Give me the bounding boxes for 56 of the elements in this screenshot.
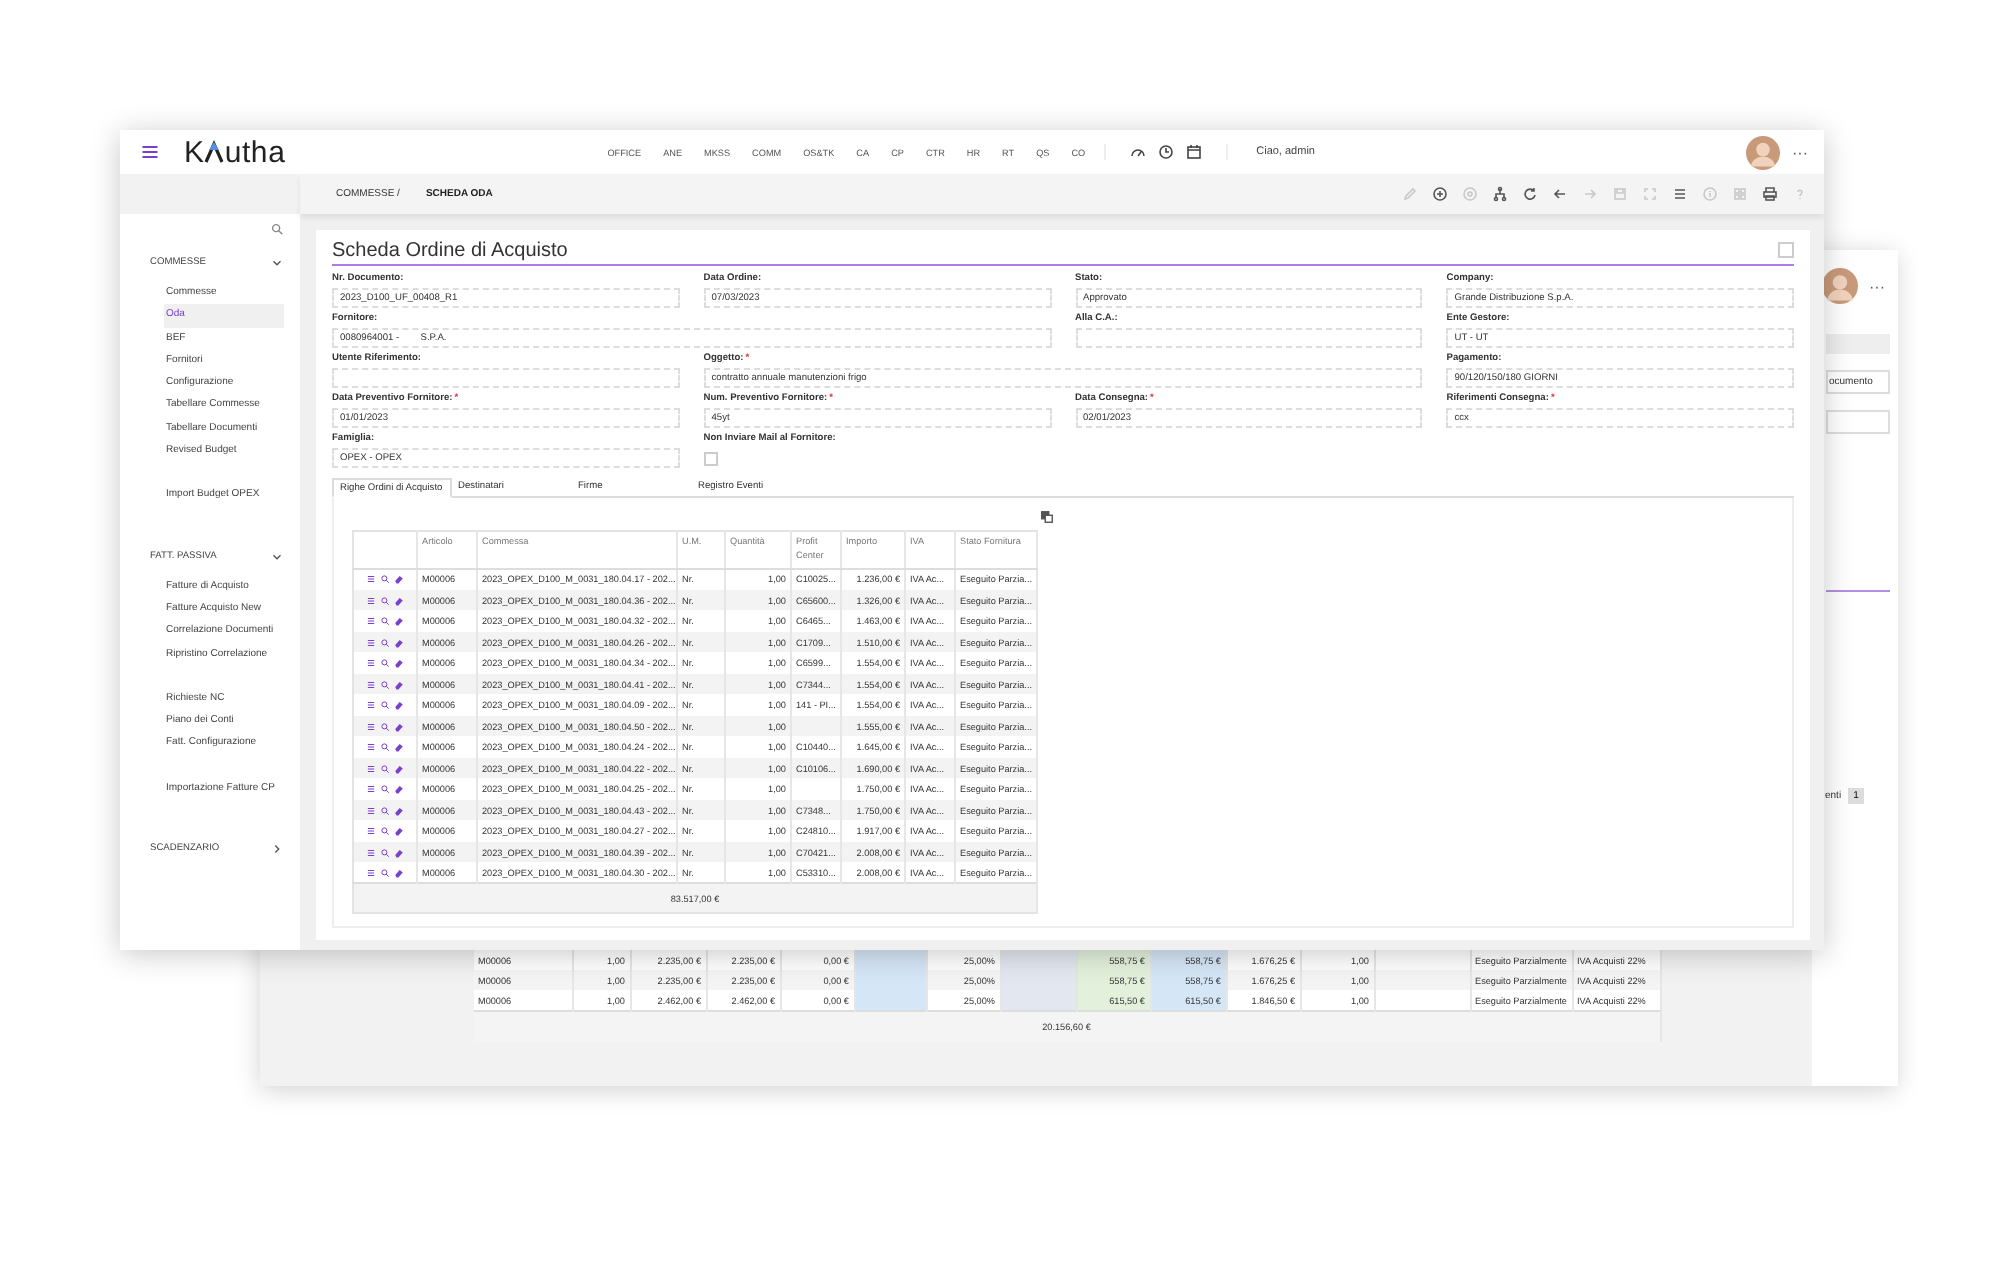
hamburger-icon[interactable] bbox=[140, 142, 160, 162]
logo-arrow-icon bbox=[204, 140, 225, 164]
list-icon[interactable] bbox=[366, 637, 376, 648]
list-icon[interactable] bbox=[1672, 186, 1688, 202]
list-icon[interactable] bbox=[366, 679, 376, 690]
search-icon[interactable] bbox=[380, 637, 390, 648]
search-icon[interactable] bbox=[380, 867, 390, 878]
search-icon[interactable] bbox=[380, 616, 390, 627]
more-menu[interactable]: ··· bbox=[1869, 277, 1885, 295]
list-icon[interactable] bbox=[366, 574, 376, 585]
sitemap-icon[interactable] bbox=[1492, 186, 1508, 202]
list-icon[interactable] bbox=[366, 784, 376, 795]
search-icon[interactable] bbox=[270, 222, 284, 236]
more-menu[interactable]: ··· bbox=[1791, 143, 1808, 161]
list-icon[interactable] bbox=[366, 658, 376, 669]
avatar[interactable] bbox=[1821, 268, 1857, 304]
list-icon[interactable] bbox=[366, 763, 376, 774]
search-icon[interactable] bbox=[380, 805, 390, 816]
search-icon[interactable] bbox=[380, 826, 390, 837]
input-field[interactable] bbox=[332, 368, 680, 388]
search-icon[interactable] bbox=[380, 721, 390, 732]
list-icon[interactable] bbox=[366, 616, 376, 627]
chevron-down-icon[interactable] bbox=[270, 549, 284, 564]
list-icon[interactable] bbox=[366, 847, 376, 858]
search-icon[interactable] bbox=[380, 763, 390, 774]
list-icon[interactable] bbox=[366, 721, 376, 732]
search-icon[interactable] bbox=[380, 847, 390, 858]
list-icon[interactable] bbox=[366, 867, 376, 878]
chevron-right-icon[interactable] bbox=[270, 842, 284, 857]
logo-text: utha bbox=[224, 135, 286, 169]
search-icon[interactable] bbox=[380, 700, 390, 711]
chevron-down-icon[interactable] bbox=[270, 256, 284, 270]
search-icon[interactable] bbox=[380, 595, 390, 606]
search-icon[interactable] bbox=[380, 784, 390, 795]
checkbox[interactable] bbox=[703, 452, 718, 466]
list-icon[interactable] bbox=[366, 805, 376, 816]
plus-circle-icon[interactable] bbox=[1432, 186, 1448, 202]
refresh-icon[interactable] bbox=[1522, 186, 1538, 202]
search-icon[interactable] bbox=[380, 679, 390, 690]
arrow-left-icon[interactable] bbox=[1552, 186, 1568, 202]
input-field[interactable] bbox=[1825, 410, 1889, 434]
gauge-icon[interactable] bbox=[1130, 144, 1147, 160]
list-icon[interactable] bbox=[366, 700, 376, 711]
list-icon[interactable] bbox=[366, 826, 376, 837]
search-icon[interactable] bbox=[380, 742, 390, 753]
clock-icon[interactable] bbox=[1158, 144, 1175, 160]
search-icon[interactable] bbox=[380, 574, 390, 585]
search-icon[interactable] bbox=[380, 658, 390, 669]
list-icon[interactable] bbox=[366, 742, 376, 753]
page-title: Scheda Ordine di Acquisto bbox=[332, 240, 568, 262]
print-icon[interactable] bbox=[1762, 186, 1778, 202]
copy-icon[interactable] bbox=[1040, 510, 1054, 524]
logo-text: K bbox=[184, 135, 205, 169]
input-field[interactable] bbox=[1075, 328, 1423, 348]
calendar-icon[interactable] bbox=[1186, 144, 1203, 160]
list-icon[interactable] bbox=[366, 595, 376, 606]
